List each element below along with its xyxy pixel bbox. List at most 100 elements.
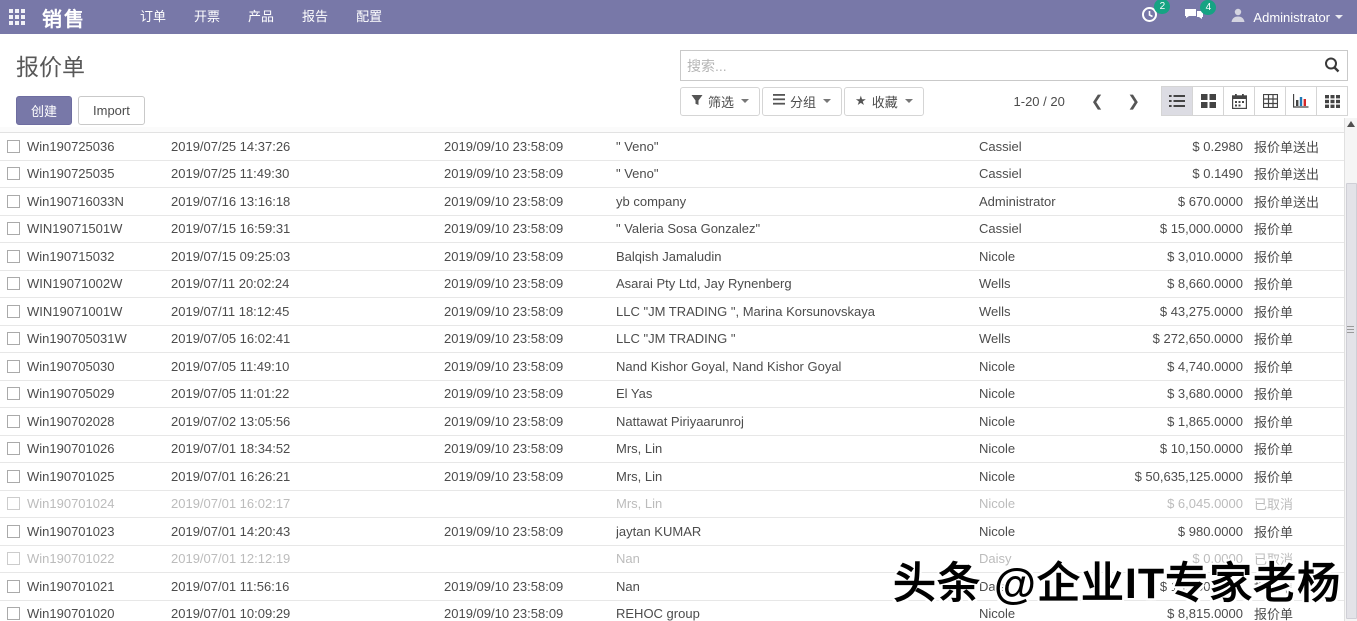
- row-checkbox-cell: [0, 277, 27, 290]
- table-row[interactable]: Win1907250352019/07/25 11:49:302019/09/1…: [0, 161, 1344, 189]
- creation-date: 2019/07/01 10:09:29: [171, 606, 444, 621]
- customer-name: Mrs, Lin: [616, 496, 979, 511]
- order-status: 报价单送出: [1243, 164, 1344, 183]
- table-row[interactable]: WIN19071002W2019/07/11 20:02:242019/09/1…: [0, 271, 1344, 299]
- pager-previous-button[interactable]: ❮: [1079, 92, 1116, 110]
- row-checkbox[interactable]: [7, 607, 20, 620]
- row-checkbox[interactable]: [7, 305, 20, 318]
- table-row[interactable]: WIN19071001W2019/07/11 18:12:452019/09/1…: [0, 298, 1344, 326]
- control-panel: 报价单 创建 Import 筛选: [0, 34, 1344, 127]
- chevron-down-icon: [905, 99, 913, 103]
- row-checkbox[interactable]: [7, 552, 20, 565]
- salesperson: Nicole: [979, 524, 1119, 539]
- salesperson: Nicole: [979, 469, 1119, 484]
- table-row[interactable]: Win1907010262019/07/01 18:34:522019/09/1…: [0, 436, 1344, 464]
- menu-orders[interactable]: 订单: [126, 0, 180, 34]
- row-checkbox[interactable]: [7, 277, 20, 290]
- table-row[interactable]: Win1907010242019/07/01 16:02:17Mrs, LinN…: [0, 491, 1344, 519]
- row-checkbox[interactable]: [7, 497, 20, 510]
- salesperson: Daisy: [979, 579, 1119, 594]
- user-menu[interactable]: Administrator: [1230, 7, 1343, 28]
- table-row[interactable]: Win190716033N2019/07/16 13:16:182019/09/…: [0, 188, 1344, 216]
- row-checkbox[interactable]: [7, 470, 20, 483]
- groupby-label: 分组: [790, 92, 816, 111]
- messages-button[interactable]: 4: [1184, 7, 1204, 28]
- apps-menu-icon[interactable]: [0, 0, 34, 34]
- app-title[interactable]: 销售: [42, 3, 86, 32]
- row-checkbox[interactable]: [7, 332, 20, 345]
- menu-products[interactable]: 产品: [234, 0, 288, 34]
- pager-next-button[interactable]: ❯: [1115, 92, 1152, 110]
- table-row[interactable]: Win1907010252019/07/01 16:26:212019/09/1…: [0, 463, 1344, 491]
- order-status: 已取消: [1243, 549, 1344, 568]
- confirmation-date: 2019/09/10 23:58:09: [444, 359, 616, 374]
- kanban-view-button[interactable]: [1192, 86, 1224, 116]
- order-status: 报价单送出: [1243, 192, 1344, 211]
- list-view-button[interactable]: [1161, 86, 1193, 116]
- favorites-dropdown[interactable]: ★ 收藏: [844, 87, 924, 116]
- order-total: $ 1,865.0000: [1119, 414, 1243, 429]
- message-count-badge: 4: [1200, 0, 1216, 15]
- main-menu: 订单 开票 产品 报告 配置: [126, 0, 396, 34]
- activity-view-button[interactable]: [1316, 86, 1348, 116]
- table-row[interactable]: Win1907020282019/07/02 13:05:562019/09/1…: [0, 408, 1344, 436]
- scrollbar-thumb[interactable]: [1346, 183, 1357, 619]
- row-checkbox[interactable]: [7, 525, 20, 538]
- confirmation-date: 2019/09/10 23:58:09: [444, 469, 616, 484]
- salesperson: Cassiel: [979, 166, 1119, 181]
- groupby-dropdown[interactable]: 分组: [762, 87, 842, 116]
- table-row[interactable]: Win190705031W2019/07/05 16:02:412019/09/…: [0, 326, 1344, 354]
- order-reference: Win190705031W: [27, 331, 171, 346]
- search-icon[interactable]: [1323, 56, 1341, 79]
- row-checkbox[interactable]: [7, 387, 20, 400]
- row-checkbox-cell: [0, 195, 27, 208]
- table-row[interactable]: Win1907150322019/07/15 09:25:032019/09/1…: [0, 243, 1344, 271]
- menu-reports[interactable]: 报告: [288, 0, 342, 34]
- pivot-view-button[interactable]: [1254, 86, 1286, 116]
- table-row[interactable]: Win1907010232019/07/01 14:20:432019/09/1…: [0, 518, 1344, 546]
- order-reference: Win190701025: [27, 469, 171, 484]
- activities-button[interactable]: 2: [1141, 6, 1158, 28]
- order-status: 报价单送出: [1243, 137, 1344, 156]
- confirmation-date: 2019/09/10 23:58:09: [444, 414, 616, 429]
- page-title: 报价单: [16, 48, 145, 82]
- table-row[interactable]: Win1907010222019/07/01 12:12:19NanDaisy$…: [0, 546, 1344, 574]
- row-checkbox[interactable]: [7, 140, 20, 153]
- row-checkbox[interactable]: [7, 195, 20, 208]
- row-checkbox[interactable]: [7, 415, 20, 428]
- creation-date: 2019/07/01 14:20:43: [171, 524, 444, 539]
- row-checkbox[interactable]: [7, 222, 20, 235]
- row-checkbox[interactable]: [7, 580, 20, 593]
- menu-invoicing[interactable]: 开票: [180, 0, 234, 34]
- row-checkbox[interactable]: [7, 360, 20, 373]
- row-checkbox-cell: [0, 470, 27, 483]
- filters-dropdown[interactable]: 筛选: [680, 87, 760, 116]
- create-button[interactable]: 创建: [16, 96, 72, 125]
- table-row[interactable]: Win1907050292019/07/05 11:01:222019/09/1…: [0, 381, 1344, 409]
- calendar-view-button[interactable]: [1223, 86, 1255, 116]
- vertical-scrollbar[interactable]: [1344, 118, 1357, 621]
- creation-date: 2019/07/05 16:02:41: [171, 331, 444, 346]
- grid-icon: [9, 9, 25, 25]
- customer-name: Nattawat Piriyaarunroj: [616, 414, 979, 429]
- row-checkbox-cell: [0, 552, 27, 565]
- confirmation-date: 2019/09/10 23:58:09: [444, 606, 616, 621]
- graph-view-button[interactable]: [1285, 86, 1317, 116]
- row-checkbox[interactable]: [7, 250, 20, 263]
- search-input[interactable]: [687, 51, 1307, 80]
- row-checkbox[interactable]: [7, 442, 20, 455]
- table-row[interactable]: WIN19071501W2019/07/15 16:59:312019/09/1…: [0, 216, 1344, 244]
- scrollbar-up-arrow-icon[interactable]: [1347, 121, 1355, 127]
- table-row[interactable]: Win1907010202019/07/01 10:09:292019/09/1…: [0, 601, 1344, 621]
- order-reference: Win190701021: [27, 579, 171, 594]
- row-checkbox[interactable]: [7, 167, 20, 180]
- import-button[interactable]: Import: [78, 96, 145, 125]
- table-row[interactable]: Win1907250362019/07/25 14:37:262019/09/1…: [0, 133, 1344, 161]
- menu-settings[interactable]: 配置: [342, 0, 396, 34]
- table-row[interactable]: Win1907010212019/07/01 11:56:162019/09/1…: [0, 573, 1344, 601]
- order-status: 报价单: [1243, 219, 1344, 238]
- order-reference: Win190705029: [27, 386, 171, 401]
- table-row[interactable]: Win1907050302019/07/05 11:49:102019/09/1…: [0, 353, 1344, 381]
- creation-date: 2019/07/05 11:01:22: [171, 386, 444, 401]
- confirmation-date: 2019/09/10 23:58:09: [444, 249, 616, 264]
